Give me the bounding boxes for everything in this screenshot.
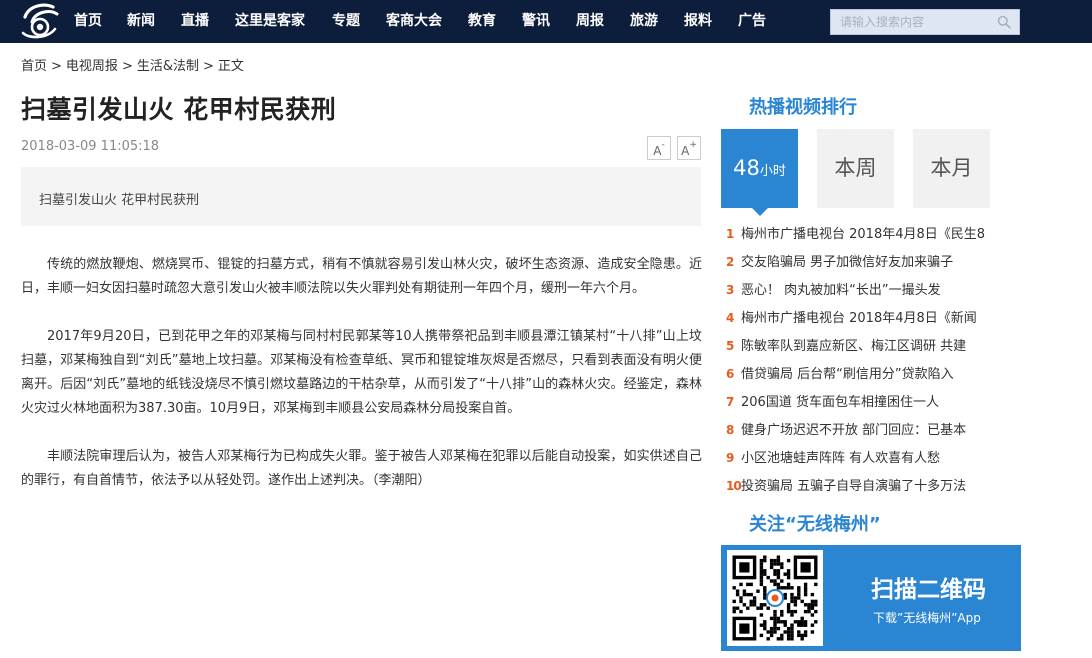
ranking-item[interactable]: 8 健身广场迟迟不开放 部门回应：已基本 [726,418,1016,446]
tab-this-month[interactable]: 本月 [913,129,990,208]
ranking-item[interactable]: 10投资骗局 五骗子自导自演骗了十多万法 [726,474,1016,502]
summary-text: 扫墓引发山火 花甲村民获刑 [39,193,200,208]
search-icon [997,15,1011,29]
rank-number: 8 [726,423,735,437]
qr-subtext: 下载”无线梅州”App [873,611,981,625]
rank-title: 206国道 货车面包车相撞困住一人 [741,395,939,410]
rank-title: 交友陷骗局 男子加微信好友加来骗子 [741,255,954,270]
article-title: 扫墓引发山火 花甲村民获刑 [21,95,337,124]
article-paragraph: 传统的燃放鞭炮、燃烧冥币、锟锭的扫墓方式，稍有不慎就容易引发山林火灾，破坏生态资… [21,257,702,296]
breadcrumb-tv-weekly[interactable]: 电视周报 [66,59,118,74]
rank-number: 3 [726,283,735,297]
breadcrumb-separator: > [202,59,214,74]
nav-item-home[interactable]: 首页 [74,0,102,43]
rank-number: 4 [726,311,735,325]
article-summary: 扫墓引发山火 花甲村民获刑 [21,167,701,226]
qr-download-panel[interactable]: 扫描二维码 下载”无线梅州”App [721,545,1021,651]
rank-number: 1 [726,227,735,241]
tab-this-week[interactable]: 本周 [817,129,894,208]
rank-number: 5 [726,339,735,353]
breadcrumb-life-law[interactable]: 生活&法制 [137,59,199,74]
tab-48-hours-number: 48 [733,156,760,180]
rank-title: 投资骗局 五骗子自导自演骗了十多万法 [741,479,967,494]
ranking-item[interactable]: 5 陈敏率队到嘉应新区、梅江区调研 共建 [726,334,1016,362]
article-paragraph: 2017年9月20日，已到花甲之年的邓某梅与同村村民郭某等10人携带祭祀品到丰顺… [21,329,702,416]
breadcrumb: 首页 > 电视周报 > 生活&法制 > 正文 [21,55,244,74]
nav-item-topics[interactable]: 专题 [332,0,360,43]
tab-48-hours-unit: 小时 [759,164,786,179]
font-decrease-button[interactable]: A- [647,136,671,160]
ranking-item[interactable]: 6 借贷骗局 后台帮“刷信用分”贷款陷入 [726,362,1016,390]
breadcrumb-current: 正文 [217,59,244,74]
breadcrumb-separator: > [121,59,133,74]
nav-item-tipoff[interactable]: 报料 [684,0,712,43]
search-box [830,9,1020,35]
rank-number: 7 [726,395,735,409]
rank-number: 6 [726,367,735,381]
font-decrease-sign: - [661,140,665,150]
rank-title: 小区池塘蛙声阵阵 有人欢喜有人愁 [741,451,941,466]
tab-48-hours[interactable]: 48小时 [721,129,798,208]
ranking-item[interactable]: 3 恶心！ 肉丸被加料“长出”一撮头发 [726,278,1016,306]
article-body: 传统的燃放鞭炮、燃烧冥币、锟锭的扫墓方式，稍有不慎就容易引发山林火灾，破坏生态资… [21,253,702,517]
article-paragraph: 丰顺法院审理后认为，被告人邓某梅行为已构成失火罪。鉴于被告人邓某梅在犯罪以后能自… [21,449,702,488]
font-increase-button[interactable]: A+ [677,136,701,160]
search-button[interactable] [989,10,1019,34]
rank-title: 健身广场迟迟不开放 部门回应：已基本 [741,423,967,438]
nav-item-police[interactable]: 警讯 [522,0,550,43]
ranking-list: 1 梅州市广播电视台 2018年4月8日《民生8 2 交友陷骗局 男子加微信好友加来… [726,222,1016,502]
rank-title: 梅州市广播电视台 2018年4月8日《新闻 [741,311,977,326]
nav-item-hakka[interactable]: 这里是客家 [235,0,305,43]
nav-item-education[interactable]: 教育 [468,0,496,43]
publish-time: 2018-03-09 11:05:18 [21,139,160,154]
nav-item-live[interactable]: 直播 [181,0,209,43]
ranking-item[interactable]: 9 小区池塘蛙声阵阵 有人欢喜有人愁 [726,446,1016,474]
top-nav-bar: 首页 新闻 直播 这里是客家 专题 客商大会 教育 警讯 周报 旅游 报料 广告 [0,0,1092,43]
rank-number: 10 [726,479,742,493]
nav-item-ads[interactable]: 广告 [738,0,766,43]
nav-item-weekly[interactable]: 周报 [576,0,604,43]
hot-videos-title: 热播视频排行 [749,97,857,118]
nav-item-merchants[interactable]: 客商大会 [386,0,442,43]
rank-title: 借贷骗局 后台帮“刷信用分”贷款陷入 [741,367,954,382]
rank-title: 恶心！ 肉丸被加料“长出”一撮头发 [741,283,941,298]
search-input[interactable] [831,10,991,34]
rank-title: 梅州市广播电视台 2018年4月8日《民生8 [741,227,986,242]
qr-code-icon [727,550,823,646]
nav-item-news[interactable]: 新闻 [127,0,155,43]
rank-number: 9 [726,451,735,465]
ranking-item[interactable]: 4 梅州市广播电视台 2018年4月8日《新闻 [726,306,1016,334]
ranking-item[interactable]: 7 206国道 货车面包车相撞困住一人 [726,390,1016,418]
qr-code-graphic [732,555,818,641]
nav-item-travel[interactable]: 旅游 [630,0,658,43]
rank-number: 2 [726,255,735,269]
site-logo-icon[interactable] [19,3,61,39]
ranking-item[interactable]: 2 交友陷骗局 男子加微信好友加来骗子 [726,250,1016,278]
follow-title: 关注“无线梅州” [749,514,881,535]
ranking-item[interactable]: 1 梅州市广播电视台 2018年4月8日《民生8 [726,222,1016,250]
qr-heading: 扫描二维码 [871,577,986,603]
breadcrumb-home[interactable]: 首页 [21,59,47,74]
breadcrumb-separator: > [51,59,62,74]
active-tab-pointer [752,208,768,216]
font-increase-sign: + [689,140,697,150]
rank-title: 陈敏率队到嘉应新区、梅江区调研 共建 [741,339,967,354]
